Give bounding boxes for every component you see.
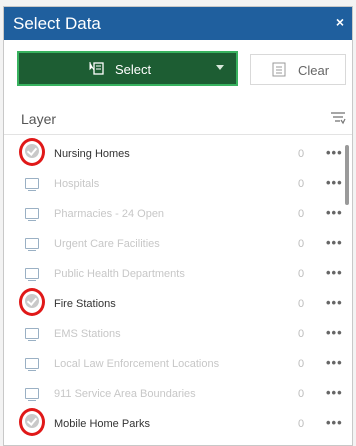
layer-row[interactable]: Pharmacies - 24 Open 0 ••• (4, 201, 344, 231)
layer-column-header: Layer (21, 111, 57, 127)
layer-name: Public Health Departments (54, 268, 185, 280)
layer-row[interactable]: Hospitals 0 ••• (4, 171, 344, 201)
chevron-down-icon[interactable] (216, 65, 224, 70)
layer-name: EMS Stations (54, 328, 121, 340)
feature-count: 0 (298, 268, 305, 280)
more-options-icon[interactable]: ••• (326, 385, 343, 400)
clear-button-label: Clear (298, 63, 330, 78)
select-button-label: Select (115, 62, 152, 77)
layer-row[interactable]: Mobile Home Parks 0 ••• (4, 408, 344, 441)
scrollbar[interactable] (344, 135, 350, 445)
layer-name: Hospitals (54, 178, 100, 190)
feature-count: 0 (298, 418, 305, 430)
monitor-icon[interactable] (25, 358, 39, 371)
layer-name: Urgent Care Facilities (54, 238, 160, 250)
feature-count: 0 (298, 208, 305, 220)
more-options-icon[interactable]: ••• (326, 325, 343, 340)
panel-title: Select Data (13, 14, 101, 33)
layer-name: Fire Stations (54, 298, 116, 310)
more-options-icon[interactable]: ••• (326, 175, 343, 190)
filter-icon[interactable] (330, 110, 346, 126)
more-options-icon[interactable]: ••• (326, 265, 343, 280)
checked-circle-icon[interactable] (19, 288, 45, 316)
clear-icon (272, 62, 286, 77)
monitor-icon[interactable] (25, 268, 39, 281)
feature-count: 0 (298, 358, 305, 370)
close-icon[interactable]: × (336, 14, 344, 30)
select-icon (89, 62, 104, 75)
more-options-icon[interactable]: ••• (326, 205, 343, 220)
monitor-icon[interactable] (25, 178, 39, 191)
layer-row[interactable]: 911 Service Area Boundaries 0 ••• (4, 381, 344, 411)
more-options-icon[interactable]: ••• (326, 295, 343, 310)
monitor-icon[interactable] (25, 328, 39, 341)
list-divider (4, 134, 352, 135)
layer-name: Nursing Homes (54, 148, 130, 160)
layer-name: Local Law Enforcement Locations (54, 358, 220, 370)
more-options-icon[interactable]: ••• (326, 145, 343, 160)
feature-count: 0 (298, 238, 305, 250)
more-options-icon[interactable]: ••• (326, 415, 343, 430)
layer-name: 911 Service Area Boundaries (54, 388, 196, 400)
layer-row[interactable]: Nursing Homes 0 ••• (4, 138, 344, 171)
layer-row[interactable]: EMS Stations 0 ••• (4, 321, 344, 351)
checked-circle-icon[interactable] (19, 138, 45, 166)
panel-header: Select Data × (4, 7, 352, 40)
layer-name: Pharmacies - 24 Open (54, 208, 165, 220)
feature-count: 0 (298, 178, 305, 190)
layer-name: Mobile Home Parks (54, 418, 150, 430)
layer-row[interactable]: Public Health Departments 0 ••• (4, 261, 344, 291)
layer-row[interactable]: Fire Stations 0 ••• (4, 288, 344, 321)
feature-count: 0 (298, 298, 305, 310)
monitor-icon[interactable] (25, 208, 39, 221)
feature-count: 0 (298, 388, 305, 400)
monitor-icon[interactable] (25, 388, 39, 401)
clear-button[interactable]: Clear (250, 54, 346, 85)
more-options-icon[interactable]: ••• (326, 355, 343, 370)
monitor-icon[interactable] (25, 238, 39, 251)
select-button[interactable]: Select (17, 51, 238, 86)
more-options-icon[interactable]: ••• (326, 235, 343, 250)
scrollbar-thumb[interactable] (345, 145, 349, 205)
feature-count: 0 (298, 328, 305, 340)
select-data-panel: Select Data × Select Clear Layer Nursing… (3, 6, 353, 446)
checked-circle-icon[interactable] (19, 408, 45, 436)
layer-row[interactable]: Urgent Care Facilities 0 ••• (4, 231, 344, 261)
feature-count: 0 (298, 148, 305, 160)
layer-row[interactable]: Local Law Enforcement Locations 0 ••• (4, 351, 344, 381)
